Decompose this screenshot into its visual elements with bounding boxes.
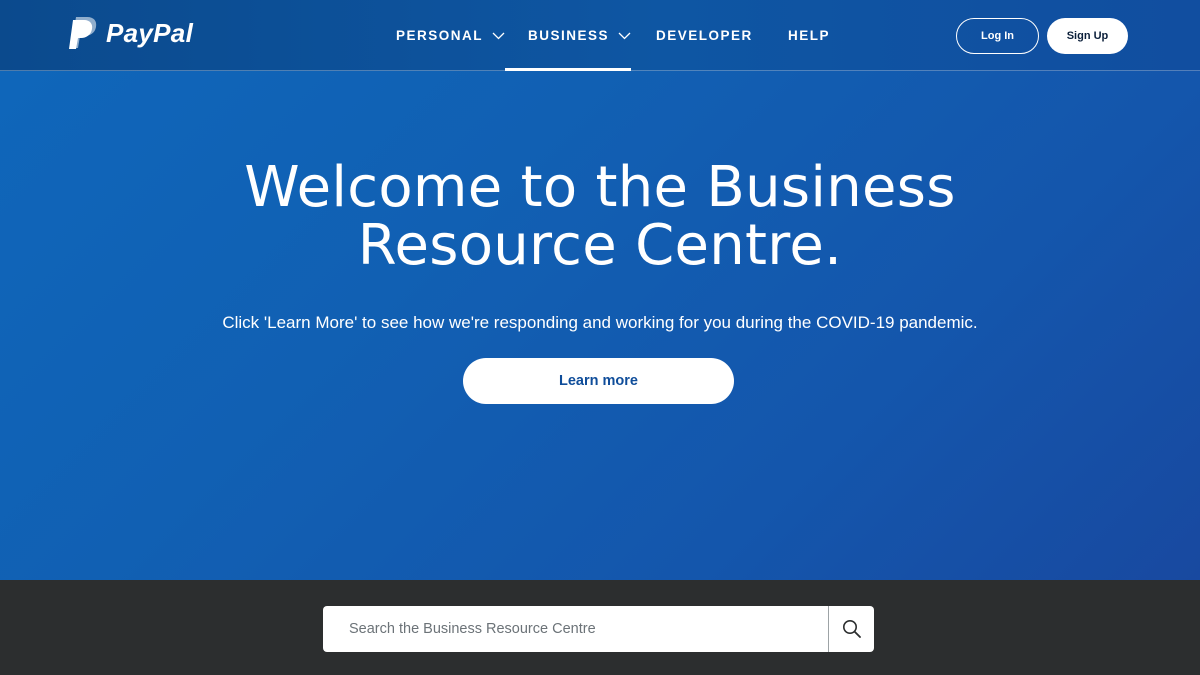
search-input[interactable] xyxy=(323,606,828,652)
page: PayPal PERSONAL BUSINESS DEVELOPER HELP xyxy=(0,0,1200,675)
search-button[interactable] xyxy=(828,606,874,652)
nav-item-developer[interactable]: DEVELOPER xyxy=(656,0,753,71)
search-bar xyxy=(323,606,874,652)
login-button[interactable]: Log In xyxy=(956,18,1039,54)
hero-title: Welcome to the Business Resource Centre. xyxy=(0,159,1200,275)
hero-banner: Welcome to the Business Resource Centre.… xyxy=(0,71,1200,580)
chevron-down-icon xyxy=(492,32,505,39)
hero-title-line: Resource Centre. xyxy=(357,213,843,278)
site-header: PayPal PERSONAL BUSINESS DEVELOPER HELP xyxy=(0,0,1200,71)
nav-item-label: DEVELOPER xyxy=(656,28,753,43)
chevron-down-icon xyxy=(618,32,631,39)
search-section xyxy=(0,580,1200,675)
nav-item-label: BUSINESS xyxy=(528,28,610,43)
paypal-logo-icon xyxy=(69,17,97,49)
learn-more-button[interactable]: Learn more xyxy=(463,358,734,404)
nav-item-label: HELP xyxy=(788,28,831,43)
nav-item-business[interactable]: BUSINESS xyxy=(528,0,631,71)
hero-subtitle: Click 'Learn More' to see how we're resp… xyxy=(222,313,978,332)
hero-title-line: Welcome to the Business xyxy=(244,155,956,220)
nav-item-help[interactable]: HELP xyxy=(788,0,830,71)
search-icon xyxy=(842,620,861,638)
nav-item-personal[interactable]: PERSONAL xyxy=(396,0,505,71)
brand-name: PayPal xyxy=(106,17,194,48)
signup-button[interactable]: Sign Up xyxy=(1047,18,1128,54)
nav-item-label: PERSONAL xyxy=(396,28,484,43)
paypal-logo[interactable]: PayPal xyxy=(68,16,193,50)
